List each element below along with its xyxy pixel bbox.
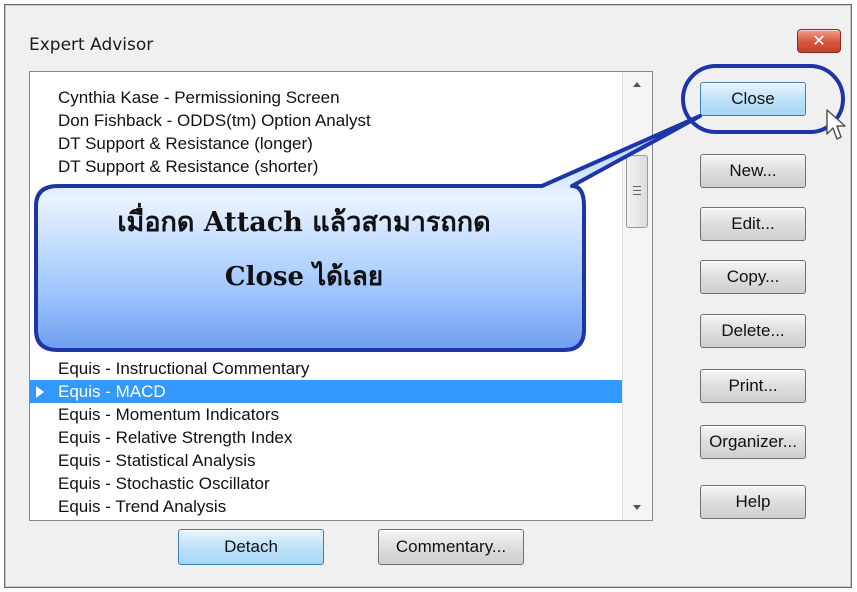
- callout-text: เมื่อกด Attach แล้วสามารถกด Close ได้เลย: [36, 196, 572, 304]
- mouse-pointer-icon: [826, 109, 846, 140]
- callout-line-2: Close ได้เลย: [224, 262, 384, 292]
- callout-line-1: เมื่อกด Attach แล้วสามารถกด: [117, 207, 491, 238]
